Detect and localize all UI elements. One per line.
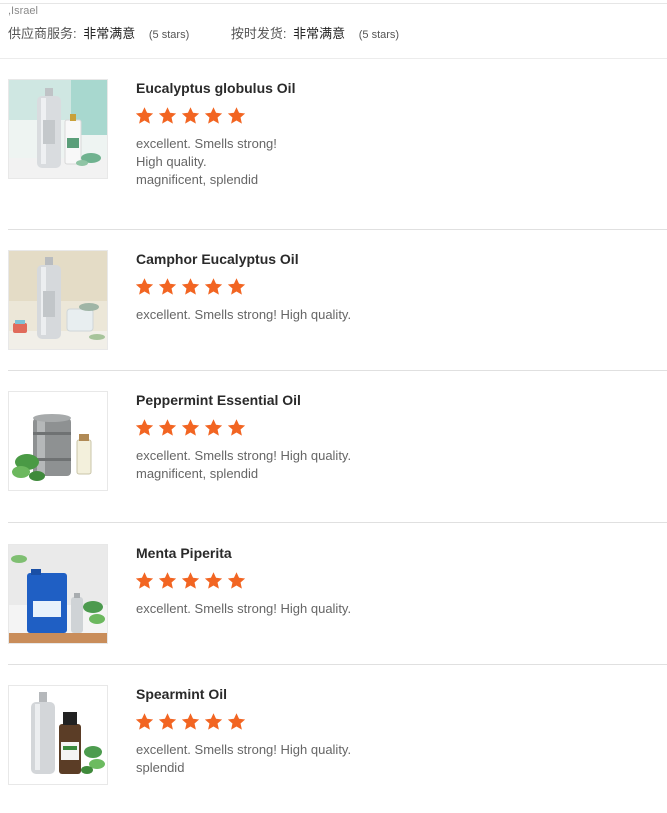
on-time-delivery-label: 按时发货: [230,26,287,41]
star-icon [158,278,177,295]
supplier-service-stars: (5 stars) [148,29,190,41]
star-icon [227,713,246,730]
star-icon [204,419,223,436]
camphor-oil-bottle-image [9,251,107,349]
star-icon [204,107,223,124]
star-icon [181,107,200,124]
supplier-service-value: 非常满意 [83,26,136,41]
star-icon [204,278,223,295]
star-icon [227,419,246,436]
top-border [0,3,667,4]
rating-stars [135,418,250,438]
review-comments: excellent. Smells strong! High quality. [136,306,351,324]
supplier-service-rating: 供应商服务: 非常满意 (5 stars) [8,25,189,44]
comment-line: splendid [136,760,185,775]
star-icon [135,419,154,436]
product-name[interactable]: Spearmint Oil [136,685,227,703]
eucalyptus-oil-bottle-image [9,80,107,178]
product-name[interactable]: Eucalyptus globulus Oil [136,79,295,97]
star-icon [181,572,200,589]
star-icon [158,107,177,124]
row-divider [8,522,667,523]
star-icon [158,419,177,436]
product-thumbnail[interactable] [8,79,108,179]
seller-ratings: 供应商服务: 非常满意 (5 stars) 按时发货: 非常满意 (5 star… [8,25,399,44]
star-icon [135,278,154,295]
comment-line: excellent. Smells strong! High quality. [136,601,352,616]
star-icon [227,278,246,295]
star-icon [204,572,223,589]
star-icon [227,107,246,124]
reviewer-location: ,Israel [8,5,38,17]
peppermint-oil-drum-image [9,392,107,490]
row-divider [8,370,667,371]
review-comments: excellent. Smells strong! High quality. … [136,447,351,483]
comment-line: High quality. [136,154,207,169]
star-icon [135,107,154,124]
comment-line: excellent. Smells strong! High quality. [136,742,352,757]
star-icon [181,278,200,295]
rating-stars [135,712,250,732]
star-icon [135,713,154,730]
on-time-delivery-stars: (5 stars) [358,29,400,41]
on-time-delivery-value: 非常满意 [293,26,346,41]
comment-line: excellent. Smells strong! [136,136,277,151]
review-comments: excellent. Smells strong! High quality. [136,600,351,618]
star-icon [181,713,200,730]
product-thumbnail[interactable] [8,544,108,644]
menta-piperita-container-image [9,545,107,643]
rating-stars [135,571,250,591]
product-name[interactable]: Camphor Eucalyptus Oil [136,250,299,268]
star-icon [181,419,200,436]
row-divider [8,664,667,665]
comment-line: excellent. Smells strong! High quality. [136,448,352,463]
comment-line: magnificent, splendid [136,466,259,481]
row-divider [8,229,667,230]
product-name[interactable]: Peppermint Essential Oil [136,391,301,409]
header-divider [0,58,667,59]
star-icon [135,572,154,589]
review-comments: excellent. Smells strong! High quality. … [136,135,277,189]
supplier-service-label: 供应商服务: [8,26,77,41]
comment-line: excellent. Smells strong! High quality. [136,307,352,322]
on-time-delivery-rating: 按时发货: 非常满意 (5 stars) [231,25,399,44]
product-thumbnail[interactable] [8,250,108,350]
product-thumbnail[interactable] [8,391,108,491]
product-name[interactable]: Menta Piperita [136,544,232,562]
star-icon [158,713,177,730]
comment-line: magnificent, splendid [136,172,259,187]
star-icon [227,572,246,589]
star-icon [204,713,223,730]
rating-stars [135,277,250,297]
product-thumbnail[interactable] [8,685,108,785]
star-icon [158,572,177,589]
spearmint-oil-bottle-image [9,686,107,784]
rating-stars [135,106,250,126]
review-comments: excellent. Smells strong! High quality. … [136,741,351,777]
